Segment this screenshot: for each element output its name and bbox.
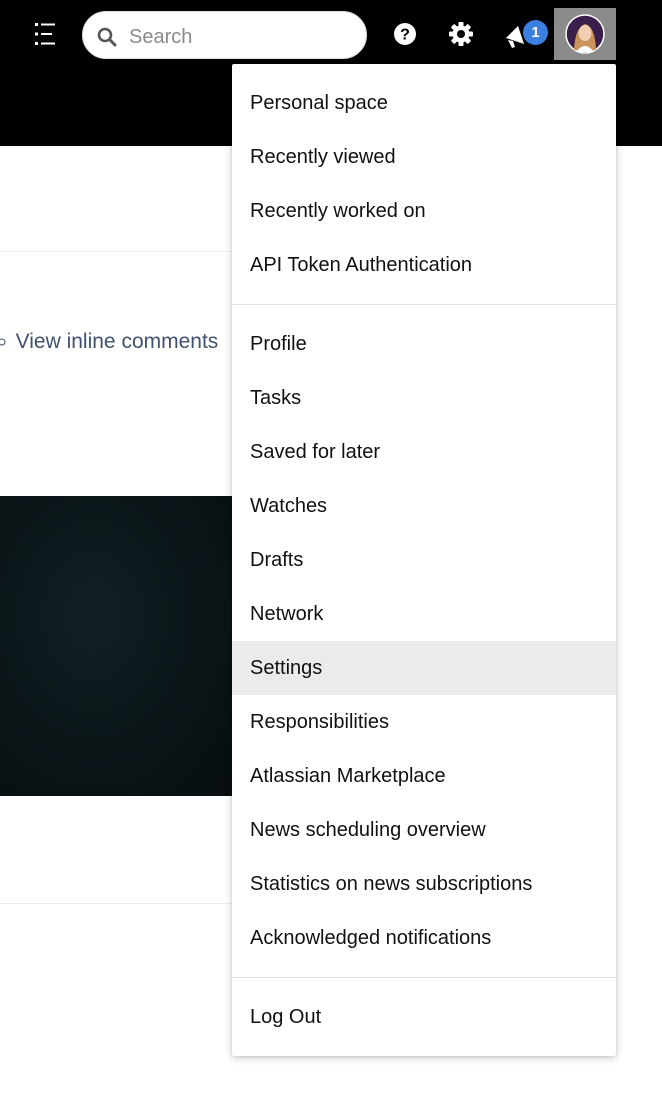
menu-item-network[interactable]: Network [232, 587, 616, 641]
menu-section-personal: Personal space Recently viewed Recently … [232, 76, 616, 292]
avatar [565, 14, 605, 54]
menu-item-news-scheduling-overview[interactable]: News scheduling overview [232, 803, 616, 857]
view-inline-comments-link[interactable]: ⌕ View inline comments [0, 330, 218, 354]
menu-item-tasks[interactable]: Tasks [232, 371, 616, 425]
menu-separator [232, 977, 616, 978]
content-divider-bottom [0, 903, 232, 904]
menu-item-saved-for-later[interactable]: Saved for later [232, 425, 616, 479]
content-divider [0, 251, 232, 252]
menu-separator [232, 304, 616, 305]
gear-icon[interactable] [447, 20, 475, 48]
menu-item-responsibilities[interactable]: Responsibilities [232, 695, 616, 749]
notification-count-badge: 1 [523, 20, 548, 45]
user-menu-button[interactable] [554, 8, 616, 60]
menu-item-profile[interactable]: Profile [232, 317, 616, 371]
comment-icon: ⌕ [0, 330, 8, 353]
search-box[interactable] [82, 11, 367, 59]
menu-section-logout: Log Out [232, 990, 616, 1044]
menu-item-api-token-authentication[interactable]: API Token Authentication [232, 238, 616, 292]
help-icon[interactable]: ? [391, 20, 419, 48]
menu-item-statistics-news-subscriptions[interactable]: Statistics on news subscriptions [232, 857, 616, 911]
menu-section-account: Profile Tasks Saved for later Watches Dr… [232, 317, 616, 965]
search-input[interactable] [127, 20, 351, 54]
menu-item-log-out[interactable]: Log Out [232, 990, 616, 1044]
notifications-button[interactable]: 1 [502, 18, 550, 52]
menu-item-settings[interactable]: Settings [232, 641, 616, 695]
menu-list-icon[interactable] [28, 16, 62, 52]
menu-item-acknowledged-notifications[interactable]: Acknowledged notifications [232, 911, 616, 965]
menu-item-drafts[interactable]: Drafts [232, 533, 616, 587]
menu-item-personal-space[interactable]: Personal space [232, 76, 616, 130]
content-image [0, 496, 232, 796]
page: ? [0, 0, 662, 1096]
search-icon [97, 27, 117, 47]
svg-text:?: ? [400, 27, 410, 44]
menu-item-atlassian-marketplace[interactable]: Atlassian Marketplace [232, 749, 616, 803]
menu-item-recently-worked-on[interactable]: Recently worked on [232, 184, 616, 238]
menu-item-watches[interactable]: Watches [232, 479, 616, 533]
user-dropdown-menu: Personal space Recently viewed Recently … [232, 64, 616, 1056]
menu-item-recently-viewed[interactable]: Recently viewed [232, 130, 616, 184]
